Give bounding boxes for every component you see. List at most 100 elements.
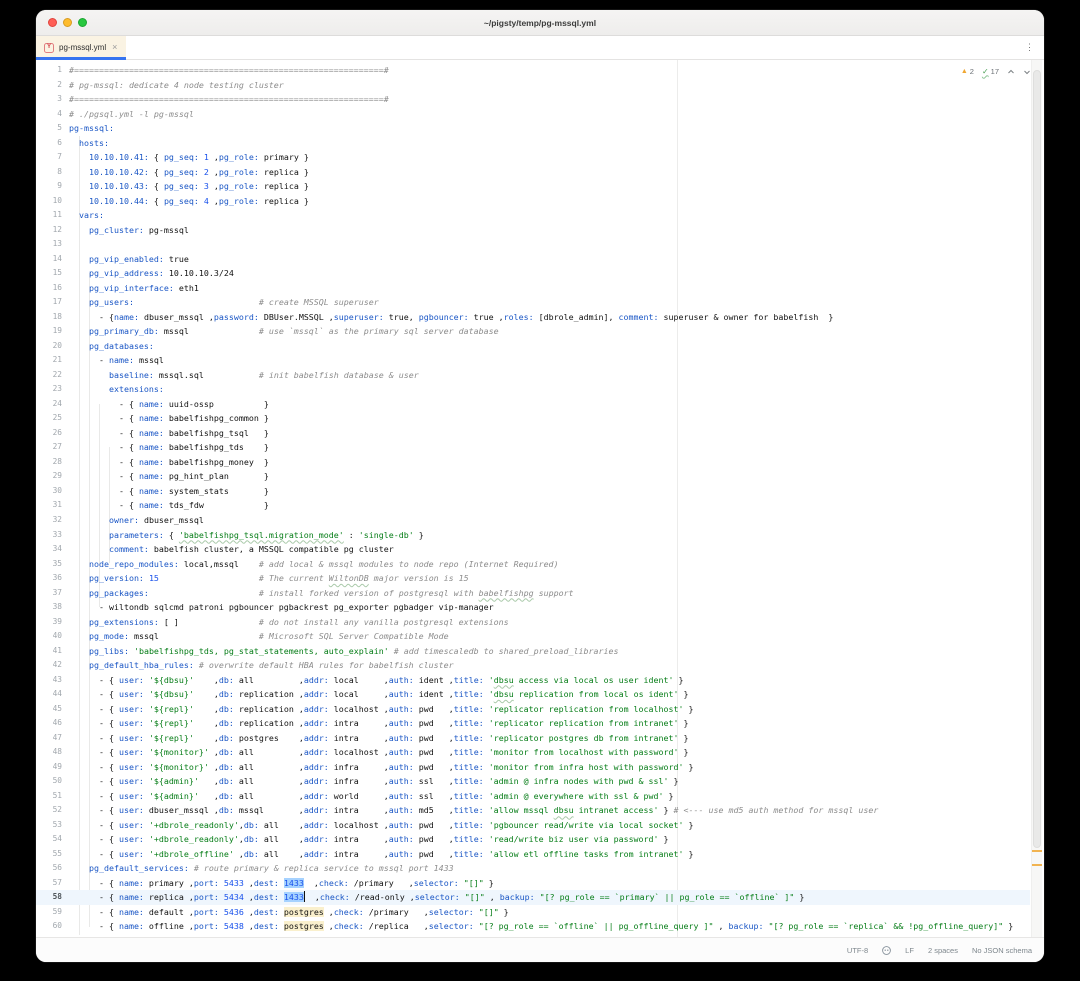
code-line[interactable]: 24 - { name: uuid-ossp } — [36, 397, 1030, 412]
code-line[interactable]: 39 pg_extensions: [ ] # do not install a… — [36, 615, 1030, 630]
code-text: node_repo_modules: local,mssql # add loc… — [62, 557, 559, 572]
error-stripe-mark[interactable] — [1032, 864, 1042, 866]
line-number: 50 — [36, 774, 62, 789]
code-text: comment: babelfish cluster, a MSSQL comp… — [62, 542, 394, 557]
code-line[interactable]: 16 pg_vip_interface: eth1 — [36, 281, 1030, 296]
tab-bar: Y pg-mssql.yml × ⋮ — [36, 36, 1044, 60]
code-line[interactable]: 29 - { name: pg_hint_plan } — [36, 469, 1030, 484]
code-line[interactable]: 6 hosts: — [36, 136, 1030, 151]
code-line[interactable]: 46 - { user: '${repl}' ,db: replication … — [36, 716, 1030, 731]
code-line[interactable]: 57 - { name: primary ,port: 5433 ,dest: … — [36, 876, 1030, 891]
code-line[interactable]: 17 pg_users: # create MSSQL superuser — [36, 295, 1030, 310]
code-text: 10.10.10.43: { pg_seq: 3 ,pg_role: repli… — [62, 179, 309, 194]
code-line[interactable]: 32 owner: dbuser_mssql — [36, 513, 1030, 528]
code-line[interactable]: 4# ./pgsql.yml -l pg-mssql — [36, 107, 1030, 122]
close-window-button[interactable] — [48, 18, 57, 27]
code-line[interactable]: 54 - { user: '+dbrole_readonly',db: all … — [36, 832, 1030, 847]
code-line[interactable]: 37 pg_packages: # install forked version… — [36, 586, 1030, 601]
code-line[interactable]: 22 baseline: mssql.sql # init babelfish … — [36, 368, 1030, 383]
code-line[interactable]: 3#======================================… — [36, 92, 1030, 107]
code-line[interactable]: 49 - { user: '${monitor}' ,db: all ,addr… — [36, 760, 1030, 775]
code-text: pg_default_hba_rules: # overwrite defaul… — [62, 658, 454, 673]
code-line[interactable]: 48 - { user: '${monitor}' ,db: all ,addr… — [36, 745, 1030, 760]
code-line[interactable]: 2# pg-mssql: dedicate 4 node testing clu… — [36, 78, 1030, 93]
code-line[interactable]: 38 - wiltondb sqlcmd patroni pgbouncer p… — [36, 600, 1030, 615]
code-line[interactable]: 8 10.10.10.42: { pg_seq: 2 ,pg_role: rep… — [36, 165, 1030, 180]
copilot-icon[interactable] — [882, 946, 891, 955]
code-line[interactable]: 12 pg_cluster: pg-mssql — [36, 223, 1030, 238]
code-line[interactable]: 14 pg_vip_enabled: true — [36, 252, 1030, 267]
code-line[interactable]: 34 comment: babelfish cluster, a MSSQL c… — [36, 542, 1030, 557]
line-number: 45 — [36, 702, 62, 717]
code-line[interactable]: 21 - name: mssql — [36, 353, 1030, 368]
code-line[interactable]: 36 pg_version: 15 # The current WiltonDB… — [36, 571, 1030, 586]
code-line[interactable]: 5pg-mssql: — [36, 121, 1030, 136]
code-line[interactable]: 20 pg_databases: — [36, 339, 1030, 354]
code-text: - { user: '+dbrole_readonly',db: all ,ad… — [62, 818, 694, 833]
code-line[interactable]: 30 - { name: system_stats } — [36, 484, 1030, 499]
code-line[interactable]: 9 10.10.10.43: { pg_seq: 3 ,pg_role: rep… — [36, 179, 1030, 194]
code-text: - { name: babelfishpg_common } — [62, 411, 269, 426]
code-line[interactable]: 53 - { user: '+dbrole_readonly',db: all … — [36, 818, 1030, 833]
line-ending-widget[interactable]: LF — [905, 946, 914, 955]
code-line[interactable]: 13 — [36, 237, 1030, 252]
tab-options-kebab-icon[interactable]: ⋮ — [1015, 42, 1044, 53]
code-line[interactable]: 47 - { user: '${repl}' ,db: postgres ,ad… — [36, 731, 1030, 746]
code-line[interactable]: 50 - { user: '${admin}' ,db: all ,addr: … — [36, 774, 1030, 789]
code-line[interactable]: 28 - { name: babelfishpg_money } — [36, 455, 1030, 470]
code-text: pg-mssql: — [62, 121, 114, 136]
chevron-down-icon[interactable] — [1023, 68, 1031, 76]
chevron-up-icon[interactable] — [1007, 68, 1015, 76]
code-line[interactable]: 18 - {name: dbuser_mssql ,password: DBUs… — [36, 310, 1030, 325]
code-line[interactable]: 51 - { user: '${admin}' ,db: all ,addr: … — [36, 789, 1030, 804]
line-number: 34 — [36, 542, 62, 557]
code-text: 10.10.10.42: { pg_seq: 2 ,pg_role: repli… — [62, 165, 309, 180]
line-number: 51 — [36, 789, 62, 804]
json-schema-widget[interactable]: No JSON schema — [972, 946, 1032, 955]
code-line[interactable]: 58 - { name: replica ,port: 5434 ,dest: … — [36, 890, 1030, 905]
zoom-window-button[interactable] — [78, 18, 87, 27]
code-line[interactable]: 40 pg_mode: mssql # Microsoft SQL Server… — [36, 629, 1030, 644]
line-number: 36 — [36, 571, 62, 586]
code-line[interactable]: 33 parameters: { 'babelfishpg_tsql.migra… — [36, 528, 1030, 543]
tab-close-icon[interactable]: × — [112, 43, 117, 52]
code-line[interactable]: 23 extensions: — [36, 382, 1030, 397]
code-line[interactable]: 45 - { user: '${repl}' ,db: replication … — [36, 702, 1030, 717]
scrollbar-thumb[interactable] — [1033, 70, 1041, 848]
code-line[interactable]: 27 - { name: babelfishpg_tds } — [36, 440, 1030, 455]
code-line[interactable]: 15 pg_vip_address: 10.10.10.3/24 — [36, 266, 1030, 281]
line-number: 11 — [36, 208, 62, 223]
line-number: 31 — [36, 498, 62, 513]
typos-item[interactable]: ✓ 17 — [982, 67, 999, 76]
error-stripe-mark[interactable] — [1032, 850, 1042, 852]
code-line[interactable]: 42 pg_default_hba_rules: # overwrite def… — [36, 658, 1030, 673]
code-line[interactable]: 19 pg_primary_db: mssql # use `mssql` as… — [36, 324, 1030, 339]
line-number: 23 — [36, 382, 62, 397]
code-line[interactable]: 44 - { user: '${dbsu}' ,db: replication … — [36, 687, 1030, 702]
code-line[interactable]: 35 node_repo_modules: local,mssql # add … — [36, 557, 1030, 572]
code-line[interactable]: 52 - { user: dbuser_mssql ,db: mssql ,ad… — [36, 803, 1030, 818]
code-text: pg_mode: mssql # Microsoft SQL Server Co… — [62, 629, 449, 644]
code-line[interactable]: 41 pg_libs: 'babelfishpg_tds, pg_stat_st… — [36, 644, 1030, 659]
code-line[interactable]: 59 - { name: default ,port: 5436 ,dest: … — [36, 905, 1030, 920]
code-line[interactable]: 60 - { name: offline ,port: 5438 ,dest: … — [36, 919, 1030, 934]
code-line[interactable]: 10 10.10.10.44: { pg_seq: 4 ,pg_role: re… — [36, 194, 1030, 209]
code-line[interactable]: 43 - { user: '${dbsu}' ,db: all ,addr: l… — [36, 673, 1030, 688]
code-line[interactable]: 55 - { user: '+dbrole_offline' ,db: all … — [36, 847, 1030, 862]
code-line[interactable]: 56 pg_default_services: # route primary … — [36, 861, 1030, 876]
code-line[interactable]: 11 vars: — [36, 208, 1030, 223]
tab-pg-mssql-yml[interactable]: Y pg-mssql.yml × — [36, 36, 126, 59]
inspections-widget[interactable]: ▲ 2 ✓ 17 — [958, 65, 1034, 78]
code-line[interactable]: 7 10.10.10.41: { pg_seq: 1 ,pg_role: pri… — [36, 150, 1030, 165]
code-line[interactable]: 1#======================================… — [36, 63, 1030, 78]
code-line[interactable]: 31 - { name: tds_fdw } — [36, 498, 1030, 513]
encoding-widget[interactable]: UTF-8 — [847, 946, 868, 955]
line-number: 37 — [36, 586, 62, 601]
line-number: 2 — [36, 78, 62, 93]
code-line[interactable]: 26 - { name: babelfishpg_tsql } — [36, 426, 1030, 441]
indent-widget[interactable]: 2 spaces — [928, 946, 958, 955]
code-line[interactable]: 25 - { name: babelfishpg_common } — [36, 411, 1030, 426]
code-text: - { name: replica ,port: 5434 ,dest: 143… — [62, 890, 804, 905]
minimize-window-button[interactable] — [63, 18, 72, 27]
warnings-item[interactable]: ▲ 2 — [961, 67, 974, 76]
